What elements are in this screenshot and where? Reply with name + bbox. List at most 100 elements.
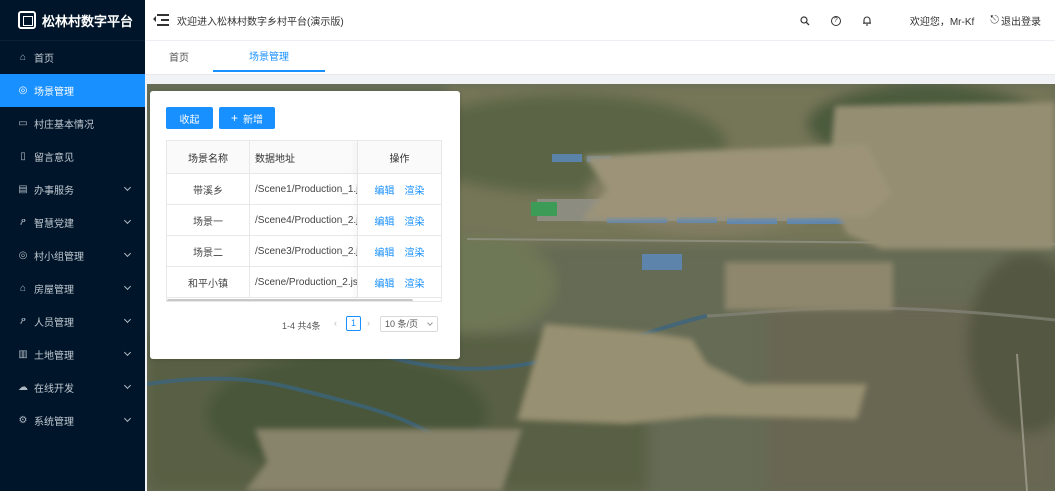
column-header-name: 场景名称 [167,141,250,174]
render-link[interactable]: 渲染 [405,244,425,259]
sidebar-item-label: 首页 [34,54,54,65]
sidebar-item[interactable]: ዖ 人员管理 [0,305,145,338]
sidebar-item[interactable]: ⌂ 首页 [0,41,145,74]
table-row: 场景二/Scene3/Production_2.json编辑渲染 [167,236,441,267]
actions-cell: 编辑 渲染 [358,205,441,236]
scene-name-cell: 和平小镇 [167,267,250,298]
column-header-actions: 操作 [389,154,410,165]
sidebar-item-label: 村庄基本情况 [34,120,94,131]
user-greeting[interactable]: 欢迎您，Mr-Kf [910,13,974,28]
table-horizontal-scrollbar[interactable] [167,299,413,301]
cloud-icon: ☁ [18,382,28,393]
scene-name-cell: 场景二 [167,236,250,267]
edit-link[interactable]: 编辑 [375,182,395,197]
table-row: 带溪乡/Scene1/Production_1.json编辑渲染 [167,174,441,205]
chevron-down-icon [123,414,132,423]
plus-icon: + [230,111,238,125]
app-logo[interactable]: 松林村数字平台 [0,0,145,41]
top-header: 欢迎进入松林村数字乡村平台(演示版) ? 欢迎您，Mr-Kf ⎋ 退出登录 [145,0,1055,41]
edit-link[interactable]: 编辑 [375,275,395,290]
chevron-down-icon [123,381,132,390]
actions-cell: 编辑 渲染 [358,174,441,205]
chevron-down-icon [123,216,132,225]
building-icon: ▤ [18,184,28,195]
data-address-cell: /Scene1/Production_1.json [250,174,358,205]
bell-icon[interactable] [860,14,874,28]
page-size-value: 10 条/页 [385,319,419,329]
chevron-down-icon [427,320,433,326]
house-icon: ⌂ [19,283,27,294]
sidebar: 松林村数字平台 ⌂ 首页 ◎ 场景管理 ▭ 村庄基本情况 ▯ 留言意见 ▤ 办事服务 ዖ 智慧党建 ◎ 村… [0,0,145,491]
logout-button[interactable]: ⎋ 退出登录 [990,13,1041,28]
logout-icon: ⎋ [990,14,999,26]
sidebar-item-label: 办事服务 [34,186,74,197]
sidebar-item[interactable]: ▤ 办事服务 [0,173,145,206]
sidebar-item[interactable]: ◎ 场景管理 [0,74,145,107]
edit-link[interactable]: 编辑 [375,213,395,228]
help-icon[interactable]: ? [829,14,843,28]
data-address-cell: /Scene/Production_2.json [250,267,358,298]
menu-fold-icon[interactable] [153,14,169,26]
sidebar-item[interactable]: ⌂ 房屋管理 [0,272,145,305]
add-button[interactable]: + 新增 [219,107,275,129]
edit-link[interactable]: 编辑 [375,244,395,259]
chevron-down-icon [123,249,132,258]
logout-label: 退出登录 [1001,17,1041,28]
table-row: 场景一/Scene4/Production_2.json编辑渲染 [167,205,441,236]
sidebar-item-label: 留言意见 [34,153,74,164]
search-icon[interactable] [798,14,812,28]
home-icon: ⌂ [19,52,27,63]
user-icon: ዖ [20,316,26,327]
globe-icon: ◎ [18,250,28,261]
sidebar-item[interactable]: ⚙ 系统管理 [0,404,145,437]
fixed-column-shadow [358,141,359,301]
sidebar-item-label: 在线开发 [34,384,74,395]
add-button-label: 新增 [243,114,263,126]
sidebar-item[interactable]: ▥ 土地管理 [0,338,145,371]
chevron-down-icon [123,282,132,291]
scene-table: 场景名称 数据地址 操作 带溪乡/Scene1/Production_1.jso… [166,140,442,302]
sidebar-item-label: 房屋管理 [34,285,74,296]
sidebar-item-label: 智慧党建 [34,219,74,230]
chevron-down-icon [123,183,132,192]
prev-page-icon[interactable]: ‹ [334,318,337,328]
page-number-current[interactable]: 1 [346,316,361,331]
chevron-down-icon [123,348,132,357]
sidebar-item-label: 系统管理 [34,417,74,428]
file-icon: ▯ [20,151,26,162]
next-page-icon[interactable]: › [367,318,370,328]
tab[interactable]: 首页 [145,41,213,72]
column-header-address: 数据地址 [250,141,358,174]
sidebar-item[interactable]: ☁ 在线开发 [0,371,145,404]
render-link[interactable]: 渲染 [405,275,425,290]
user-icon: ዖ [20,217,26,228]
copy-icon: ▭ [18,118,28,129]
sidebar-item[interactable]: ▯ 留言意见 [0,140,145,173]
sidebar-item[interactable]: ◎ 村小组管理 [0,239,145,272]
header-actions: ? 欢迎您，Mr-Kf ⎋ 退出登录 [781,0,1041,41]
actions-cell: 编辑 渲染 [358,267,441,298]
tab[interactable]: 场景管理 [213,41,325,72]
sidebar-menu: ⌂ 首页 ◎ 场景管理 ▭ 村庄基本情况 ▯ 留言意见 ▤ 办事服务 ዖ 智慧党建 ◎ 村小组管理 ⌂ 房屋管… [0,41,145,437]
scene-panel: 收起 + 新增 场景名称 数据地址 操作 带溪乡/Scene1/Producti… [150,91,460,359]
data-address-cell: /Scene4/Production_2.json [250,205,358,236]
table-header: 场景名称 数据地址 操作 [167,141,441,174]
sidebar-item-label: 村小组管理 [34,252,84,263]
chevron-down-icon [123,315,132,324]
sidebar-item[interactable]: ዖ 智慧党建 [0,206,145,239]
data-address-cell: /Scene3/Production_2.json [250,236,358,267]
welcome-title: 欢迎进入松林村数字乡村平台(演示版) [177,16,344,28]
globe-icon: ◎ [18,85,28,96]
actions-cell: 编辑 渲染 [358,236,441,267]
scene-name-cell: 带溪乡 [167,174,250,205]
sidebar-item[interactable]: ▭ 村庄基本情况 [0,107,145,140]
gear-icon: ⚙ [18,415,28,426]
collapse-button[interactable]: 收起 [166,107,213,129]
grid-icon: ▥ [18,349,28,360]
pagination-total: 1-4 共4条 [282,321,321,331]
platform-logo-icon [18,11,36,29]
sidebar-item-label: 土地管理 [34,351,74,362]
page-size-select[interactable]: 10 条/页 [380,316,438,332]
render-link[interactable]: 渲染 [405,182,425,197]
render-link[interactable]: 渲染 [405,213,425,228]
